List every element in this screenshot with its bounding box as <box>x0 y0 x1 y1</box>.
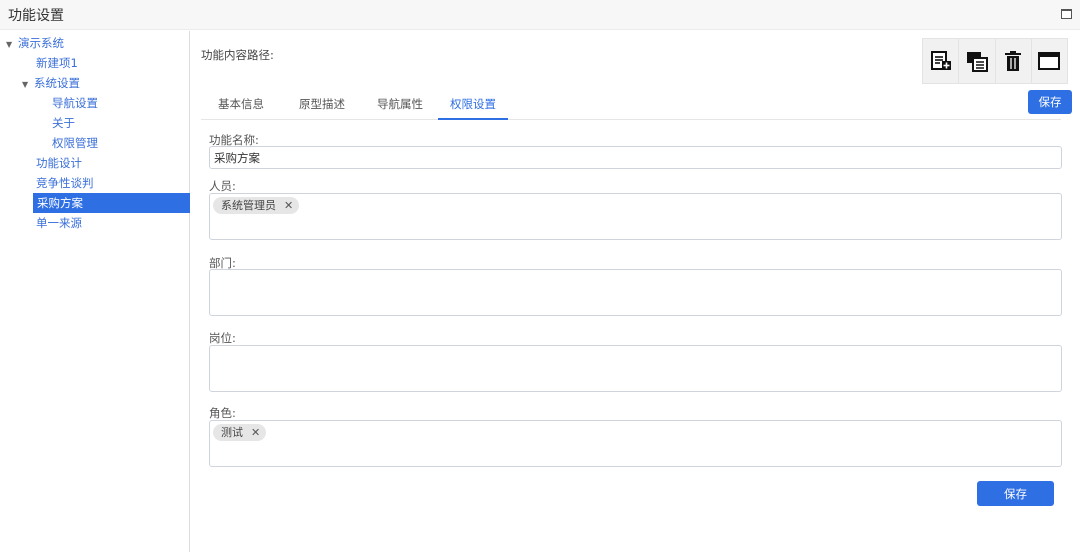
content-path-label: 功能内容路径: <box>201 48 274 62</box>
tab-nav-attributes[interactable]: 导航属性 <box>377 96 423 120</box>
tree-node-root[interactable]: ▼ 演示系统 <box>6 33 64 53</box>
tree-item-new[interactable]: 新建项1 <box>36 53 78 73</box>
tree-item-procurement-plan[interactable]: 采购方案 <box>33 193 190 213</box>
person-tag: 系统管理员 ✕ <box>213 197 300 214</box>
remove-tag-icon[interactable]: ✕ <box>284 199 293 212</box>
add-document-button[interactable] <box>923 39 960 83</box>
role-label: 角色: <box>209 406 236 420</box>
tab-prototype[interactable]: 原型描述 <box>299 96 345 120</box>
tree-item-permission[interactable]: 权限管理 <box>52 133 98 153</box>
tree-sidebar: ▼ 演示系统 新建项1 ▼ 系统设置 导航设置 关于 权限管理 功能设计 竞争性谈判… <box>0 31 190 552</box>
save-button-top[interactable]: 保存 <box>1028 90 1072 114</box>
tree-item-negotiation[interactable]: 竞争性谈判 <box>36 173 94 193</box>
window-button[interactable] <box>1032 39 1067 83</box>
department-field[interactable] <box>209 269 1062 316</box>
tree-item-single-source[interactable]: 单一来源 <box>36 213 82 233</box>
tab-bar: 基本信息 原型描述 导航属性 权限设置 <box>201 91 1061 120</box>
main-panel: 功能内容路径: 基本信息 原型描述 导航属性 权限设置 保存 功能名称: 采购方… <box>191 31 1080 552</box>
copy-window-button[interactable] <box>959 39 996 83</box>
maximize-icon[interactable] <box>1061 9 1072 19</box>
caret-down-icon: ▼ <box>22 80 29 89</box>
copy-window-icon <box>966 52 988 72</box>
window-title: 功能设置 <box>8 8 64 24</box>
trash-icon <box>1005 51 1022 71</box>
person-label: 人员: <box>209 179 236 193</box>
person-field[interactable]: 系统管理员 ✕ <box>209 193 1062 240</box>
role-tag: 测试 ✕ <box>213 424 267 441</box>
name-field[interactable] <box>209 146 1062 169</box>
delete-button[interactable] <box>996 39 1032 83</box>
tab-basic-info[interactable]: 基本信息 <box>218 96 264 120</box>
save-button-bottom[interactable]: 保存 <box>977 481 1054 506</box>
title-bar: 功能设置 <box>0 0 1080 30</box>
position-field[interactable] <box>209 345 1062 392</box>
remove-tag-icon[interactable]: ✕ <box>251 426 260 439</box>
tree-item-about[interactable]: 关于 <box>52 113 75 133</box>
tree-node-system-settings[interactable]: ▼ 系统设置 <box>22 73 80 93</box>
role-field[interactable]: 测试 ✕ <box>209 420 1062 467</box>
position-label: 岗位: <box>209 331 236 345</box>
tree-item-function-design[interactable]: 功能设计 <box>36 153 82 173</box>
add-document-icon <box>930 51 951 70</box>
caret-down-icon: ▼ <box>6 40 13 49</box>
toolbar <box>922 38 1068 84</box>
tree-item-nav-settings[interactable]: 导航设置 <box>52 93 98 113</box>
window-icon <box>1038 52 1061 70</box>
tab-permissions[interactable]: 权限设置 <box>438 96 508 120</box>
